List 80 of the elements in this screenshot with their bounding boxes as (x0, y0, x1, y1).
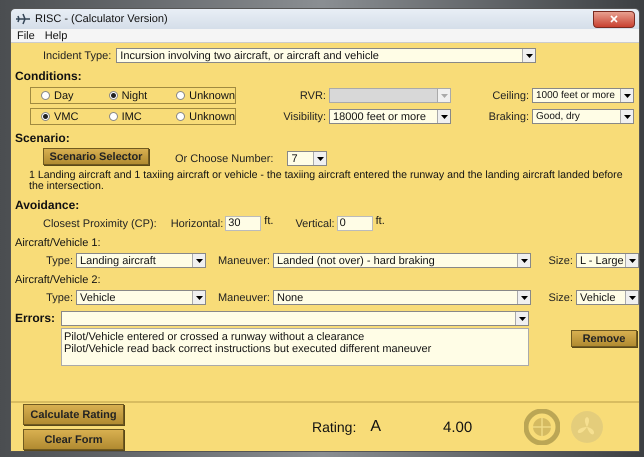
section-heading: Scenario: (15, 131, 71, 145)
caret-icon (520, 296, 528, 300)
radio-button[interactable] (176, 112, 186, 121)
unit-label: ft. (376, 214, 385, 226)
field-label: Type: (45, 254, 73, 266)
group-label: Aircraft/Vehicle 2: (15, 274, 102, 286)
scenario-description: 1 Landing aircraft and 1 taxiing aircraft or vehicle - the taxiing aircraft entered the runway and the landing aircraft landed before the intersection. (29, 170, 624, 192)
field-label: Maneuver: (217, 292, 270, 304)
section-heading: Conditions: (15, 69, 83, 83)
caret-icon (316, 156, 324, 160)
dropdown[interactable]: Vehicle (76, 290, 206, 305)
field-label: Type: (45, 292, 73, 304)
radio-button[interactable] (41, 91, 50, 100)
remove-button[interactable]: Remove (571, 330, 637, 347)
field-label: Horizontal: (170, 218, 224, 230)
dropdown[interactable] (61, 311, 529, 326)
caret-icon (624, 114, 630, 118)
rating-value: A (370, 418, 382, 436)
caret-icon (520, 258, 528, 262)
dropdown[interactable]: L - Large (576, 253, 639, 268)
clear-form-button[interactable]: Clear Form (23, 429, 124, 450)
caret-icon (628, 296, 636, 300)
radio-button[interactable] (41, 112, 50, 121)
dropdown[interactable]: Vehicle (576, 290, 639, 305)
dropdown[interactable]: Landing aircraft (76, 253, 206, 268)
window-title: RISC - (Calculator Version) (35, 13, 168, 25)
radio-label: Day (54, 90, 74, 102)
section-heading: Avoidance: (15, 198, 80, 212)
caret-icon (628, 258, 636, 262)
section-heading: Errors: (15, 311, 56, 325)
radio-button[interactable] (108, 91, 118, 100)
radio-label: VMC (54, 110, 78, 122)
radio-button[interactable] (176, 91, 186, 100)
scenario-selector-button[interactable]: Scenario Selector (43, 148, 149, 165)
input-field[interactable]: 30 (225, 216, 262, 231)
list-item[interactable]: Pilot/Vehicle read back correct instructions but executed different maneuver (64, 343, 526, 355)
list-item[interactable]: Pilot/Vehicle entered or crossed a runway without a clearance (64, 331, 526, 343)
field-label: Incident Type: (43, 50, 112, 62)
dropdown[interactable]: 18000 feet or more (329, 109, 451, 124)
dropdown[interactable]: None (273, 290, 531, 305)
field-label: Braking: (488, 110, 529, 122)
radio-label: Unknown (189, 90, 235, 102)
rating-score: 4.00 (443, 418, 472, 436)
field-label: Size: (548, 254, 573, 266)
radio-label: IMC (122, 110, 142, 122)
emblem-icon (524, 409, 560, 445)
radio-label: Unknown (189, 110, 235, 122)
radio-label: Night (122, 90, 148, 102)
dropdown[interactable]: 7 (287, 151, 328, 166)
caret-icon (440, 94, 448, 98)
field-label: Maneuver: (217, 254, 270, 266)
field-label: Vertical: (295, 218, 335, 230)
caret-icon (518, 316, 526, 320)
field-label: Visibility: (282, 110, 326, 122)
field-label: Or Choose Number: (175, 152, 274, 164)
dropdown[interactable]: Incursion involving two aircraft, or aircraft and vehicle (116, 48, 536, 63)
caret-icon (526, 54, 533, 58)
dropdown[interactable]: Landed (not over) - hard braking (273, 253, 531, 268)
caret-icon (196, 258, 202, 262)
trefoil-icon (570, 410, 604, 444)
menu-item[interactable]: Help (44, 30, 68, 42)
close-icon (610, 15, 618, 23)
group-label: Aircraft/Vehicle 1: (15, 237, 102, 249)
unit-label: ft. (264, 214, 274, 226)
dropdown[interactable]: 1000 feet or more (532, 88, 634, 103)
dropdown[interactable]: Good, dry (532, 109, 634, 124)
caret-icon (624, 94, 630, 98)
field-label: Size: (548, 292, 573, 304)
menu-item[interactable]: File (17, 30, 35, 42)
caret-icon (196, 296, 202, 300)
rating-label: Rating: (312, 419, 356, 435)
calculate-rating-button[interactable]: Calculate Rating (23, 404, 124, 425)
input-field[interactable]: 0 (336, 216, 373, 231)
airplane-icon (15, 13, 31, 25)
field-label: RVR: (298, 90, 326, 102)
close-button[interactable] (593, 10, 635, 28)
field-label: Closest Proximity (CP): (43, 218, 157, 230)
caret-icon (440, 114, 448, 118)
radio-button[interactable] (108, 112, 118, 121)
field-label: Ceiling: (491, 90, 529, 102)
